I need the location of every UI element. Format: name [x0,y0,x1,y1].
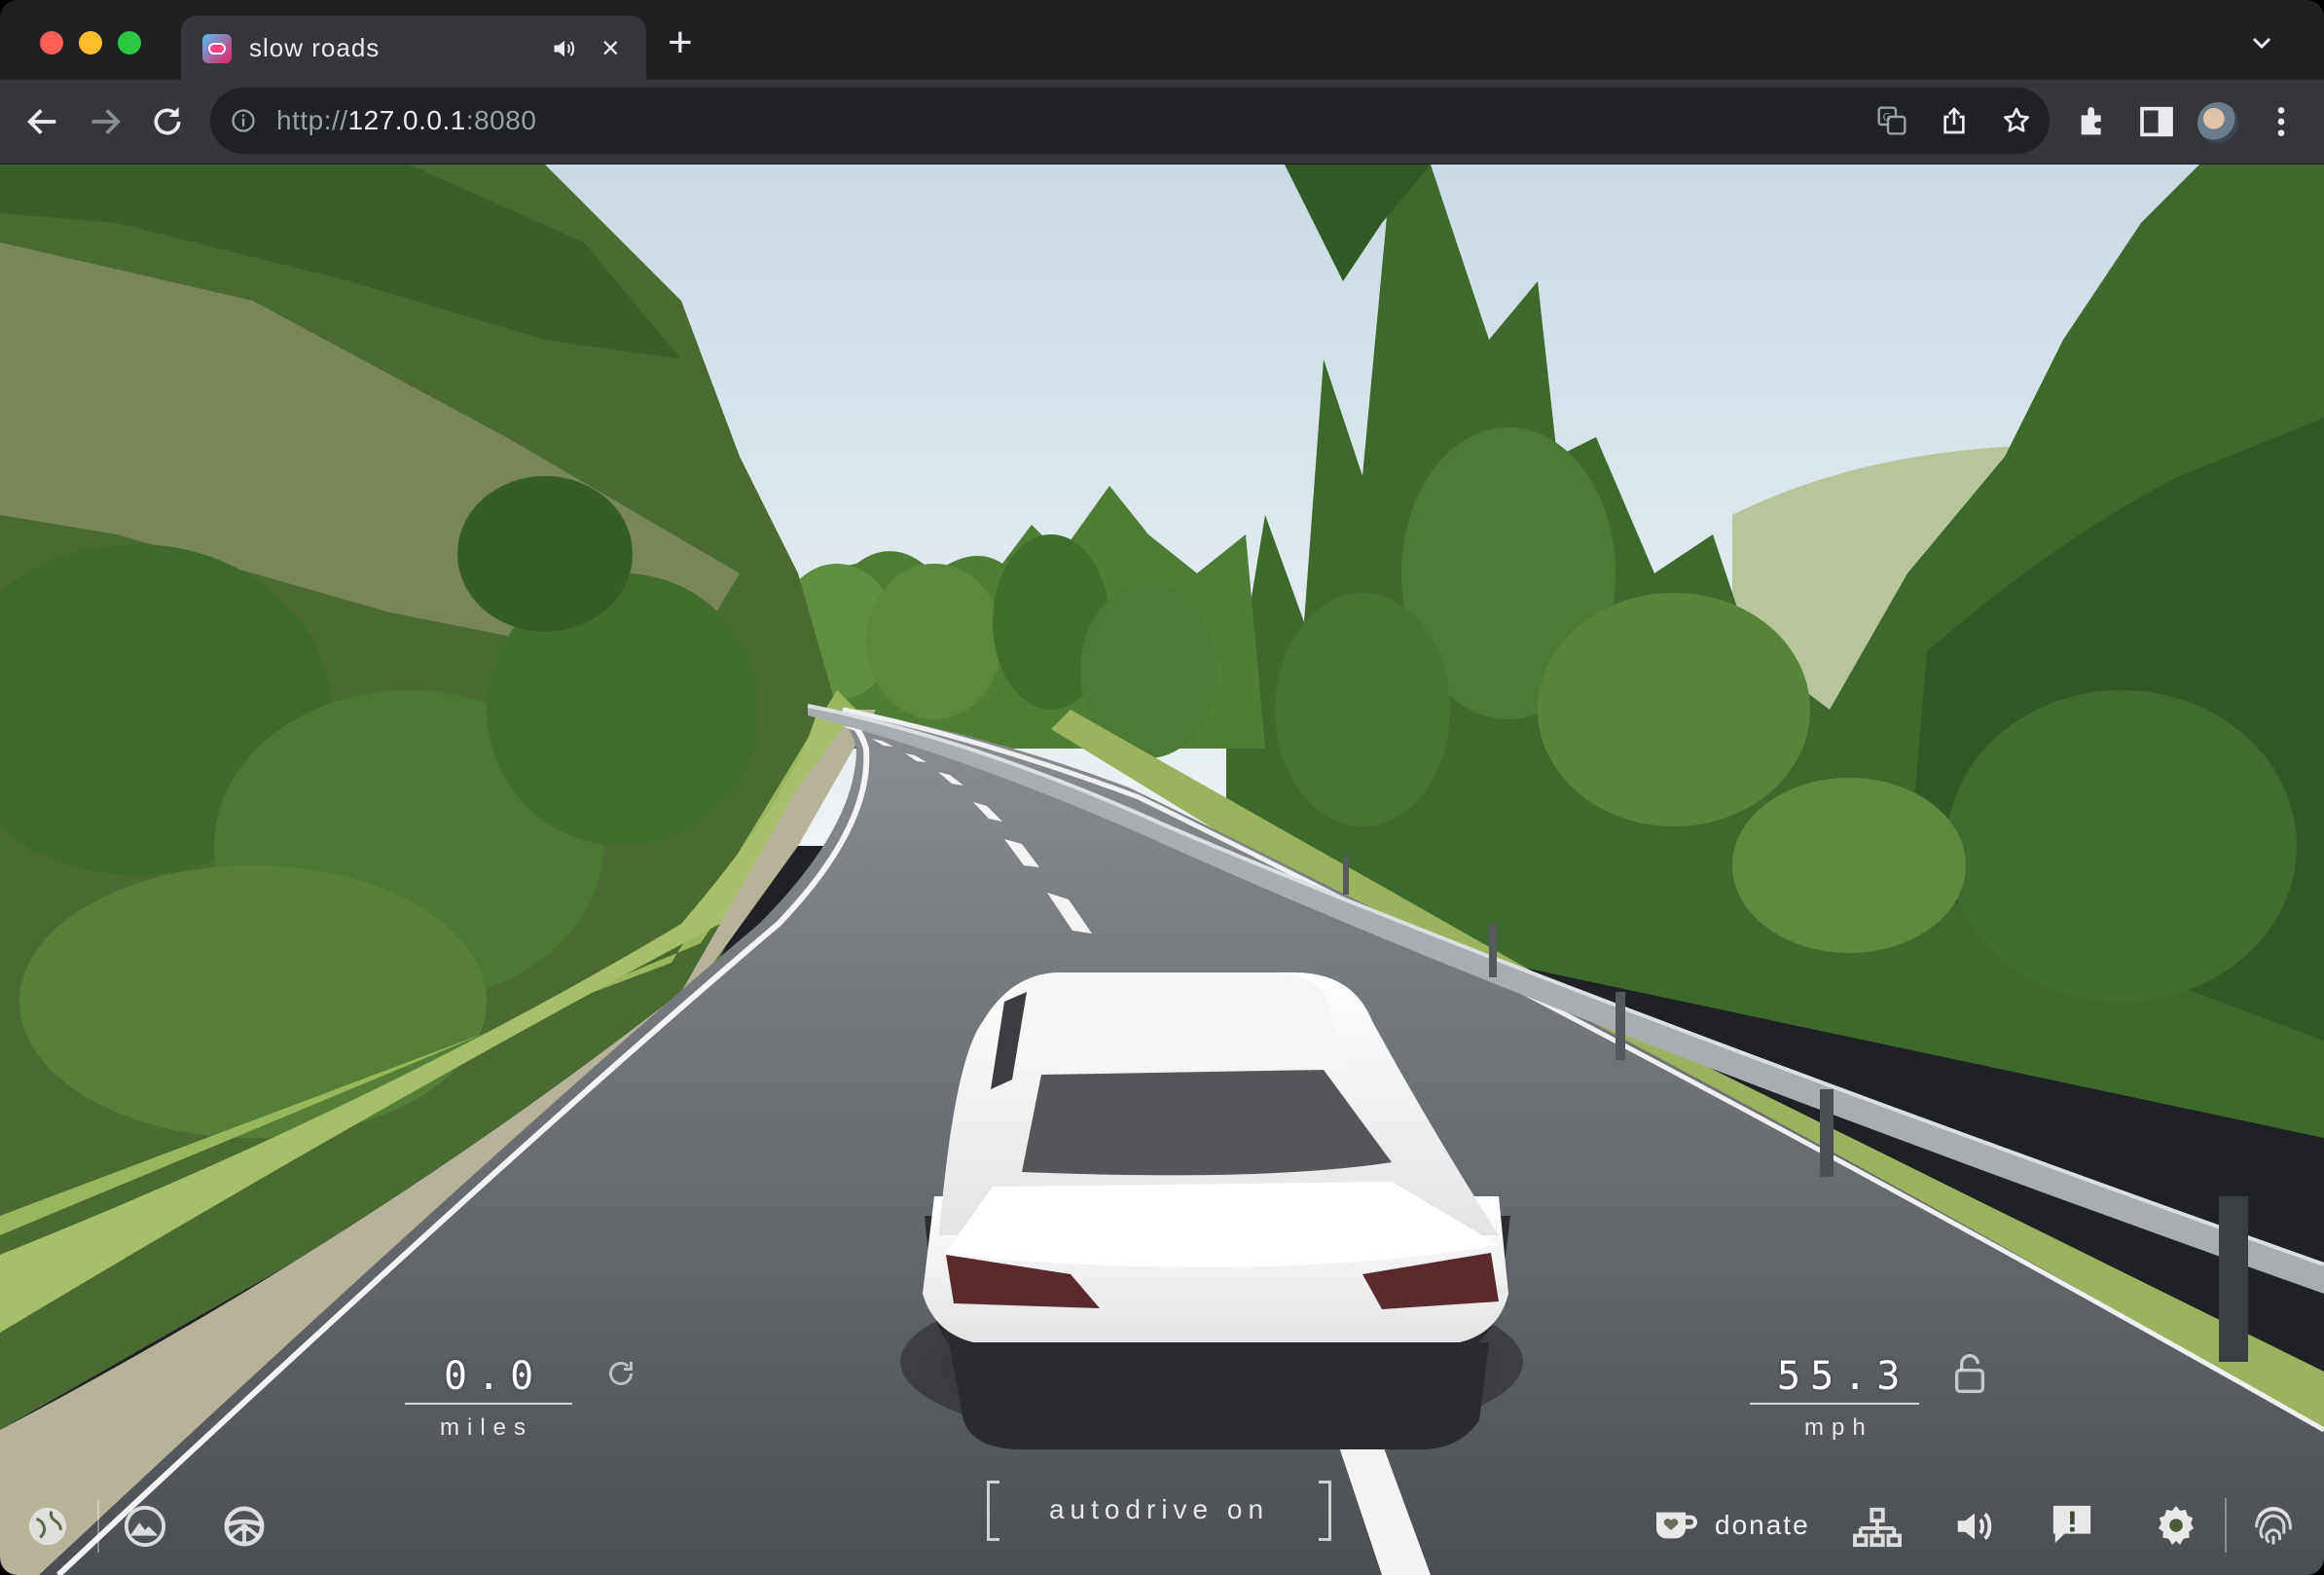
plus-icon[interactable]: + [668,21,693,64]
chevron-down-icon[interactable] [2250,31,2273,55]
star-icon[interactable] [2001,105,2032,136]
hud-divider [97,1500,99,1553]
browser-toolbar: http://127.0.0.1:8080 G [0,80,2324,165]
globe-icon[interactable] [25,1504,70,1549]
gear-icon[interactable] [2153,1502,2199,1549]
donate-label[interactable]: donate [1715,1510,1810,1541]
minimize-window-button[interactable] [79,31,102,55]
tab-slow-roads[interactable]: slow roads × [181,16,646,80]
share-icon[interactable] [1939,105,1970,136]
url-text: http://127.0.0.1:8080 [276,105,537,135]
steering-wheel-icon[interactable] [222,1504,267,1549]
speed-unit: mph [1804,1414,1873,1441]
fingerprint-icon[interactable] [2248,1500,2299,1551]
speed-value: 55.3 [1777,1354,1910,1399]
reset-icon[interactable] [603,1356,638,1391]
hud-divider-right [2225,1498,2227,1553]
side-panel-icon[interactable] [2137,102,2176,141]
network-icon[interactable] [1853,1504,1902,1549]
odometer-unit: miles [440,1414,534,1441]
speed-underline [1750,1403,1919,1405]
tab-title: slow roads [249,33,381,62]
coffee-heart-icon[interactable] [1652,1506,1699,1545]
profile-avatar[interactable] [2197,102,2238,143]
more-vert-icon[interactable] [2262,102,2301,141]
info-icon[interactable] [230,107,257,134]
close-window-button[interactable] [40,31,63,55]
browser-window: slow roads × + http://127.0.0.1:8080 G 0… [0,0,2324,1575]
speaker-icon[interactable] [551,35,578,62]
odometer-value: 0.0 [444,1354,544,1399]
arrow-left-icon[interactable] [23,102,62,141]
close-icon[interactable]: × [601,32,620,63]
lock-icon[interactable] [1950,1352,1989,1395]
reload-icon[interactable] [148,102,187,141]
volume-icon[interactable] [1952,1504,1997,1549]
site-favicon [202,34,232,63]
maximize-window-button[interactable] [118,31,141,55]
extensions-icon[interactable] [2075,102,2114,141]
svg-text:G: G [1883,111,1891,124]
autodrive-label: autodrive on [1048,1494,1270,1524]
arrow-right-icon[interactable] [86,102,125,141]
tab-strip: slow roads × + [0,0,2324,80]
address-bar[interactable]: http://127.0.0.1:8080 G [210,88,2050,154]
odometer-underline [405,1403,572,1405]
feedback-icon[interactable] [2050,1500,2094,1549]
autodrive-toggle[interactable]: autodrive on [987,1481,1331,1541]
game-viewport[interactable]: 0.0 miles 55.3 mph autodrive on donate [0,165,2324,1575]
translate-icon[interactable]: G [1876,105,1907,136]
mountain-icon[interactable] [123,1504,167,1549]
